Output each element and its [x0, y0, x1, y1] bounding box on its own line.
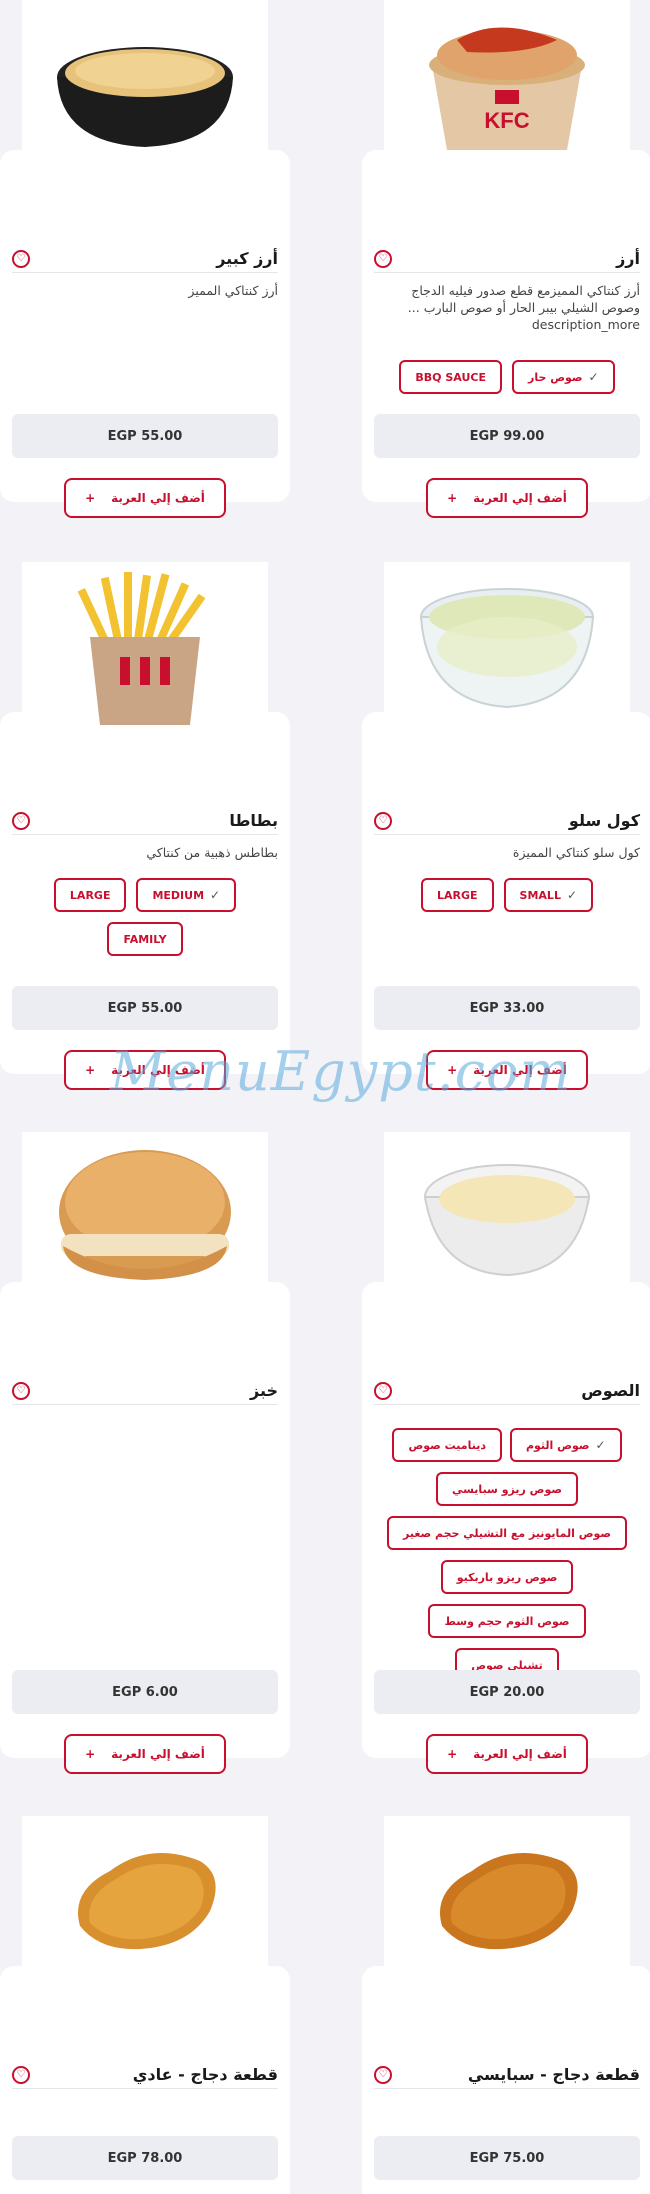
- plus-icon: +: [85, 1747, 96, 1761]
- item-title-row: ♡ أرز: [374, 245, 640, 273]
- watermark-text: MenuEgypt.com: [110, 1040, 572, 1103]
- menu-card-sauce: ♡ الصوص ✓ صوص الثوم ديناميت صوص صوص ريزو …: [362, 1132, 650, 1774]
- price-box: EGP 78.00: [12, 2136, 278, 2180]
- options-group: ✓ SMALL LARGE: [374, 878, 640, 912]
- heart-icon[interactable]: ♡: [374, 1381, 392, 1400]
- add-to-cart-label: أضف إلي العربة: [473, 491, 567, 505]
- add-to-cart-label: أضف إلي العربة: [111, 1747, 205, 1761]
- menu-card-rice: KFC ♡ أرز أرز كنتاكي المميزمع قطع صدور ف…: [362, 0, 650, 518]
- option-family[interactable]: FAMILY: [107, 922, 183, 956]
- menu-card-chicken-spicy: ♡ قطعة دجاج - سبايسي EGP 75.00: [362, 1816, 650, 2194]
- coleslaw-image: [384, 562, 630, 732]
- item-title-row: ♡ الصوص: [374, 1377, 640, 1405]
- svg-text:KFC: KFC: [484, 108, 529, 133]
- item-title-row: ♡ خبز: [12, 1377, 278, 1405]
- option-garlic-medium[interactable]: صوص الثوم حجم وسط: [428, 1604, 586, 1638]
- option-rizo-spicy-sauce[interactable]: صوص ريزو سبايسي: [435, 1472, 579, 1506]
- item-description: أرز كنتاكي المميز: [188, 283, 278, 298]
- plus-icon: +: [85, 1063, 96, 1077]
- heart-icon[interactable]: ♡: [12, 2065, 30, 2084]
- item-description: أرز كنتاكي المميزمع قطع صدور فيليه الدجا…: [374, 282, 640, 333]
- bread-image: [22, 1132, 268, 1302]
- item-title-row: ♡ أرز كبير: [12, 245, 278, 273]
- check-icon: ✓: [588, 370, 599, 384]
- rice-bucket-image: KFC: [384, 0, 630, 170]
- add-to-cart-button[interactable]: أضف إلي العربة +: [64, 1734, 226, 1774]
- item-title: أرز: [616, 249, 640, 268]
- menu-card-fries: ♡ بطاطا بطاطس ذهبية من كنتاكي ✓ MEDIUM LA…: [0, 562, 290, 1090]
- menu-card-coleslaw: ♡ كول سلو كول سلو كنتاكي المميزة ✓ SMALL …: [362, 562, 650, 1090]
- large-rice-image: [22, 0, 268, 170]
- item-title: بطاطا: [229, 811, 278, 830]
- item-title: كول سلو: [568, 811, 640, 830]
- plus-icon: +: [447, 1747, 458, 1761]
- heart-icon[interactable]: ♡: [374, 2065, 392, 2084]
- item-title: قطعة دجاج - عادي: [132, 2065, 278, 2084]
- price-box: EGP 55.00: [12, 414, 278, 458]
- chicken-original-image: [22, 1816, 268, 1986]
- add-to-cart-button[interactable]: أضف إلي العربة +: [426, 1734, 588, 1774]
- plus-icon: +: [85, 491, 96, 505]
- add-to-cart-button[interactable]: أضف إلي العربة +: [64, 478, 226, 518]
- option-chili-mayo-small[interactable]: صوص المايونيز مع التشيلي حجم صغير: [386, 1516, 628, 1550]
- option-small[interactable]: ✓ SMALL: [503, 878, 594, 912]
- option-large[interactable]: LARGE: [53, 878, 127, 912]
- item-description-text: أرز كنتاكي المميزمع قطع صدور فيليه الدجا…: [407, 283, 640, 315]
- item-description: بطاطس ذهبية من كنتاكي: [146, 845, 278, 860]
- check-icon: ✓: [210, 888, 221, 902]
- heart-icon[interactable]: ♡: [12, 1381, 30, 1400]
- add-to-cart-button[interactable]: أضف إلي العربة +: [426, 478, 588, 518]
- options-group: ✓ MEDIUM LARGE FAMILY: [40, 878, 250, 956]
- options-group: ✓ صوص الثوم ديناميت صوص صوص ريزو سبايسي ص…: [374, 1428, 640, 1682]
- item-title: خبز: [249, 1381, 278, 1400]
- menu-card-bread: ♡ خبز EGP 6.00 أضف إلي العربة +: [0, 1132, 290, 1774]
- option-garlic-sauce[interactable]: ✓ صوص الثوم: [509, 1428, 622, 1462]
- option-bbq-sauce[interactable]: BBQ SAUCE: [399, 360, 502, 394]
- item-title-row: ♡ قطعة دجاج - عادي: [12, 2061, 278, 2089]
- option-rizo-bbq-sauce[interactable]: صوص ريزو باربكيو: [440, 1560, 574, 1594]
- heart-icon[interactable]: ♡: [374, 249, 392, 268]
- option-medium[interactable]: ✓ MEDIUM: [136, 878, 237, 912]
- menu-card-large-rice: ♡ أرز كبير أرز كنتاكي المميز EGP 55.00 أ…: [0, 0, 290, 518]
- plus-icon: +: [447, 491, 458, 505]
- heart-icon[interactable]: ♡: [12, 811, 30, 830]
- heart-icon[interactable]: ♡: [12, 249, 30, 268]
- add-to-cart-label: أضف إلي العربة: [111, 491, 205, 505]
- heart-icon[interactable]: ♡: [374, 811, 392, 830]
- option-large[interactable]: LARGE: [421, 878, 494, 912]
- item-title-row: ♡ قطعة دجاج - سبايسي: [374, 2061, 640, 2089]
- price-box: EGP 99.00: [374, 414, 640, 458]
- check-icon: ✓: [595, 1438, 606, 1452]
- price-box: EGP 75.00: [374, 2136, 640, 2180]
- item-title: أرز كبير: [216, 249, 278, 268]
- fries-image: [22, 562, 268, 732]
- add-to-cart-label: أضف إلي العربة: [473, 1747, 567, 1761]
- price-box: EGP 33.00: [374, 986, 640, 1030]
- description-more-link[interactable]: description_more: [374, 316, 640, 333]
- check-icon: ✓: [566, 888, 578, 902]
- item-title-row: ♡ بطاطا: [12, 807, 278, 835]
- item-title: قطعة دجاج - سبايسي: [467, 2065, 640, 2084]
- price-box: EGP 55.00: [12, 986, 278, 1030]
- item-title: الصوص: [581, 1381, 640, 1400]
- option-hot-sauce[interactable]: ✓ صوص حار: [511, 360, 615, 394]
- menu-card-chicken-original: ♡ قطعة دجاج - عادي EGP 78.00: [0, 1816, 290, 2194]
- price-box: EGP 20.00: [374, 1670, 640, 1714]
- item-description: كول سلو كنتاكي المميزة: [512, 845, 640, 860]
- options-group: ✓ صوص حار BBQ SAUCE: [374, 360, 640, 394]
- chicken-spicy-image: [384, 1816, 630, 1986]
- item-title-row: ♡ كول سلو: [374, 807, 640, 835]
- option-dynamite-sauce[interactable]: ديناميت صوص: [392, 1428, 502, 1462]
- price-box: EGP 6.00: [12, 1670, 278, 1714]
- sauce-image: [384, 1132, 630, 1302]
